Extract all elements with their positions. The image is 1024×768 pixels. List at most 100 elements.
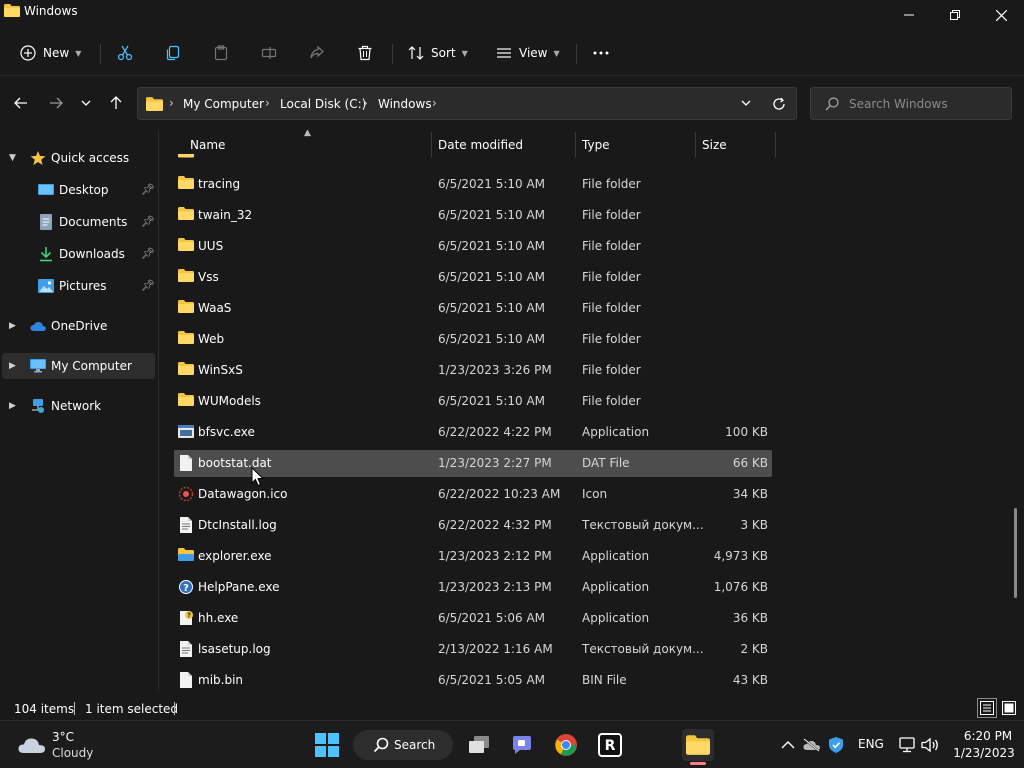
onedrive-tray-button[interactable] bbox=[802, 735, 822, 755]
volume-tray-button[interactable] bbox=[920, 735, 940, 755]
arrow-up-icon bbox=[110, 96, 122, 109]
new-button[interactable]: New ▼ bbox=[20, 38, 81, 68]
sidebar-item-my-computer[interactable]: ▶ My Computer bbox=[2, 353, 155, 379]
table-row-partial[interactable] bbox=[174, 154, 772, 165]
close-icon bbox=[995, 9, 1007, 21]
search-box[interactable] bbox=[810, 87, 1012, 120]
chevron-right-icon[interactable]: ▶ bbox=[9, 401, 16, 411]
file-type: Application bbox=[582, 580, 650, 594]
tiles-view-button[interactable] bbox=[999, 698, 1019, 718]
sidebar-item-desktop[interactable]: Desktop 📌︎ bbox=[2, 177, 155, 203]
table-row[interactable]: WinSxS 1/23/2023 3:26 PM File folder bbox=[174, 357, 772, 384]
chrome-icon bbox=[555, 734, 577, 756]
search-input[interactable] bbox=[849, 96, 1009, 112]
more-icon bbox=[593, 51, 609, 55]
column-type[interactable]: Type bbox=[582, 138, 610, 152]
file-type: Application bbox=[582, 611, 650, 625]
delete-button[interactable] bbox=[357, 38, 373, 68]
file-size: 43 KB bbox=[732, 673, 768, 687]
recent-locations-button[interactable] bbox=[74, 91, 98, 115]
status-bar: 104 items 1 item selected bbox=[0, 696, 1024, 720]
table-row[interactable]: ? HelpPane.exe 1/23/2023 2:13 PM Applicatio… bbox=[174, 574, 772, 601]
column-date-modified[interactable]: Date modified bbox=[438, 138, 523, 152]
column-size[interactable]: Size bbox=[702, 138, 727, 152]
sidebar-item-onedrive[interactable]: ▶ OneDrive bbox=[2, 313, 155, 339]
sort-label: Sort bbox=[431, 46, 456, 60]
up-button[interactable] bbox=[104, 91, 128, 115]
chevron-right-icon[interactable]: ▶ bbox=[9, 321, 16, 331]
weather-temperature[interactable]: 3°C bbox=[52, 730, 74, 744]
table-row[interactable]: ? hh.exe 6/5/2021 5:06 AM Application 36 KB bbox=[174, 605, 772, 632]
sort-button[interactable]: Sort ▼ bbox=[408, 38, 468, 68]
restore-button[interactable] bbox=[932, 0, 978, 30]
chevron-down-icon[interactable]: ▼ bbox=[9, 153, 16, 163]
file-explorer-button[interactable] bbox=[682, 729, 714, 761]
table-row[interactable]: WaaS 6/5/2021 5:10 AM File folder bbox=[174, 295, 772, 322]
chevron-right-icon[interactable]: ▶ bbox=[9, 361, 16, 371]
paste-button[interactable] bbox=[213, 38, 229, 68]
task-view-button[interactable] bbox=[463, 729, 495, 761]
file-type: File folder bbox=[582, 239, 641, 253]
file-type: Текстовый докум... bbox=[582, 642, 704, 656]
minimize-button[interactable] bbox=[886, 0, 932, 30]
security-tray-button[interactable] bbox=[826, 735, 846, 755]
table-row[interactable]: twain_32 6/5/2021 5:10 AM File folder bbox=[174, 202, 772, 229]
table-row[interactable]: lsasetup.log 2/13/2022 1:16 AM Текстовый д… bbox=[174, 636, 772, 663]
breadcrumb-my-computer[interactable]: My Computer bbox=[183, 97, 264, 111]
network-tray-button[interactable] bbox=[898, 735, 918, 755]
sidebar-item-quick-access[interactable]: ▼ Quick access bbox=[2, 145, 155, 171]
details-view-button[interactable] bbox=[977, 698, 997, 718]
weather-description[interactable]: Cloudy bbox=[52, 746, 93, 760]
back-button[interactable] bbox=[9, 91, 33, 115]
folder-icon bbox=[178, 269, 194, 282]
breadcrumb-windows[interactable]: Windows bbox=[378, 97, 432, 111]
r-app-button[interactable]: R bbox=[594, 729, 626, 761]
refresh-button[interactable] bbox=[770, 95, 788, 113]
forward-button[interactable] bbox=[44, 91, 68, 115]
text-file-icon bbox=[180, 517, 192, 533]
cut-button[interactable] bbox=[117, 38, 133, 68]
taskbar-search-button[interactable]: Search bbox=[353, 730, 453, 760]
clock-time[interactable]: 6:20 PM bbox=[960, 729, 1016, 743]
chrome-button[interactable] bbox=[550, 729, 582, 761]
address-bar[interactable]: › My Computer › Local Disk (C:) › Window… bbox=[137, 87, 797, 120]
sidebar-item-pictures[interactable]: Pictures 📌︎ bbox=[2, 273, 155, 299]
table-row[interactable]: UUS 6/5/2021 5:10 AM File folder bbox=[174, 233, 772, 260]
start-button[interactable] bbox=[311, 729, 343, 761]
table-row[interactable]: WUModels 6/5/2021 5:10 AM File folder bbox=[174, 388, 772, 415]
sidebar-item-documents[interactable]: Documents 📌︎ bbox=[2, 209, 155, 235]
close-button[interactable] bbox=[978, 0, 1024, 30]
new-label: New bbox=[43, 46, 70, 60]
file-name: UUS bbox=[198, 239, 224, 253]
clock-date[interactable]: 1/23/2023 bbox=[948, 746, 1020, 760]
show-hidden-icons-button[interactable] bbox=[778, 735, 798, 755]
toolbar-divider bbox=[576, 44, 577, 64]
table-row[interactable]: Vss 6/5/2021 5:10 AM File folder bbox=[174, 264, 772, 291]
table-row[interactable]: explorer.exe 1/23/2023 2:12 PM Application… bbox=[174, 543, 772, 570]
table-row[interactable]: tracing 6/5/2021 5:10 AM File folder bbox=[174, 171, 772, 198]
rename-button[interactable] bbox=[261, 38, 277, 68]
table-row[interactable]: mib.bin 6/5/2021 5:05 AM BIN File 43 KB bbox=[174, 667, 772, 694]
view-button[interactable]: View ▼ bbox=[496, 38, 560, 68]
input-language[interactable]: ENG bbox=[858, 737, 884, 751]
sidebar-item-downloads[interactable]: Downloads 📌︎ bbox=[2, 241, 155, 267]
chevron-down-icon: ▼ bbox=[461, 48, 468, 58]
table-row[interactable]: Web 6/5/2021 5:10 AM File folder bbox=[174, 326, 772, 353]
share-button[interactable] bbox=[309, 38, 325, 68]
table-row[interactable]: DtcInstall.log 6/22/2022 4:32 PM Текстовый… bbox=[174, 512, 772, 539]
svg-text:?: ? bbox=[187, 612, 191, 620]
vertical-scrollbar[interactable] bbox=[1014, 508, 1017, 598]
folder-icon bbox=[178, 154, 194, 158]
copy-button[interactable] bbox=[165, 38, 181, 68]
file-date-modified: 6/5/2021 5:10 AM bbox=[438, 208, 546, 222]
tiles-view-icon bbox=[1002, 701, 1016, 715]
more-options-button[interactable] bbox=[592, 38, 610, 68]
column-name[interactable]: Name bbox=[190, 138, 225, 152]
teams-chat-button[interactable] bbox=[506, 729, 538, 761]
address-history-button[interactable] bbox=[738, 95, 754, 111]
sidebar-item-label: OneDrive bbox=[51, 319, 108, 333]
table-row[interactable]: bfsvc.exe 6/22/2022 4:22 PM Application 100… bbox=[174, 419, 772, 446]
pane-divider[interactable] bbox=[158, 130, 159, 690]
breadcrumb-local-disk[interactable]: Local Disk (C:) bbox=[280, 97, 366, 111]
sidebar-item-network[interactable]: ▶ Network bbox=[2, 393, 155, 419]
